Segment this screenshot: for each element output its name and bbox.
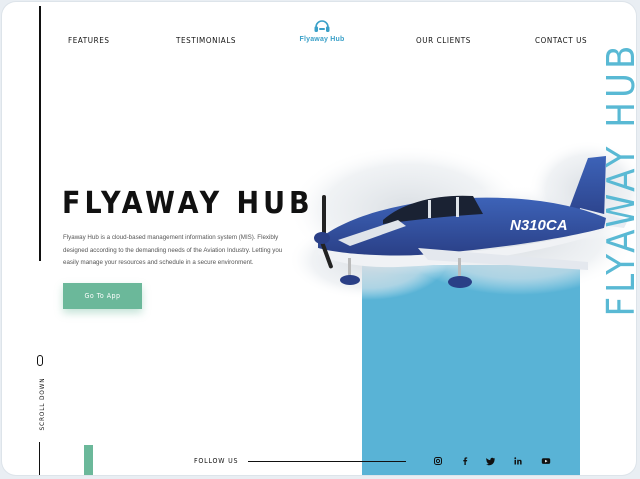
- hero-description: Flyaway Hub is a cloud-based management …: [63, 234, 283, 266]
- plane-registration: N310CA: [510, 217, 568, 234]
- hero-title: FLYAWAY HUB: [62, 186, 314, 221]
- follow-divider: [248, 461, 406, 462]
- scroll-down-link[interactable]: SCROLL DOWN: [24, 378, 60, 431]
- follow-us-label: FOLLOW US: [194, 457, 239, 465]
- logo-text: Flyaway Hub: [299, 36, 345, 43]
- nav-link-contact[interactable]: CONTACT US: [535, 36, 587, 45]
- scroll-down-label: SCROLL DOWN: [38, 377, 46, 431]
- vertical-brand-text: FLYAWAY HUB: [599, 41, 636, 317]
- left-divider-line: [39, 6, 41, 261]
- brand-logo[interactable]: Flyaway Hub: [292, 18, 352, 43]
- green-accent-bar: [84, 445, 93, 475]
- mouse-scroll-icon: [37, 355, 43, 366]
- youtube-icon[interactable]: [541, 456, 551, 466]
- nav-link-testimonials[interactable]: TESTIMONIALS: [176, 36, 236, 45]
- twitter-icon[interactable]: [486, 456, 496, 466]
- airplane-image: N310CA: [288, 140, 636, 300]
- headset-icon: [314, 20, 330, 32]
- page-frame: FEATURES TESTIMONIALS Flyaway Hub OUR CL…: [2, 2, 636, 475]
- facebook-icon[interactable]: [460, 456, 470, 466]
- instagram-icon[interactable]: [433, 456, 443, 466]
- go-to-app-button[interactable]: Go To App: [63, 283, 142, 309]
- nav-link-features[interactable]: FEATURES: [68, 36, 110, 45]
- left-bottom-line: [39, 442, 40, 475]
- linkedin-icon[interactable]: [513, 456, 523, 466]
- nav-link-clients[interactable]: OUR CLIENTS: [416, 36, 471, 45]
